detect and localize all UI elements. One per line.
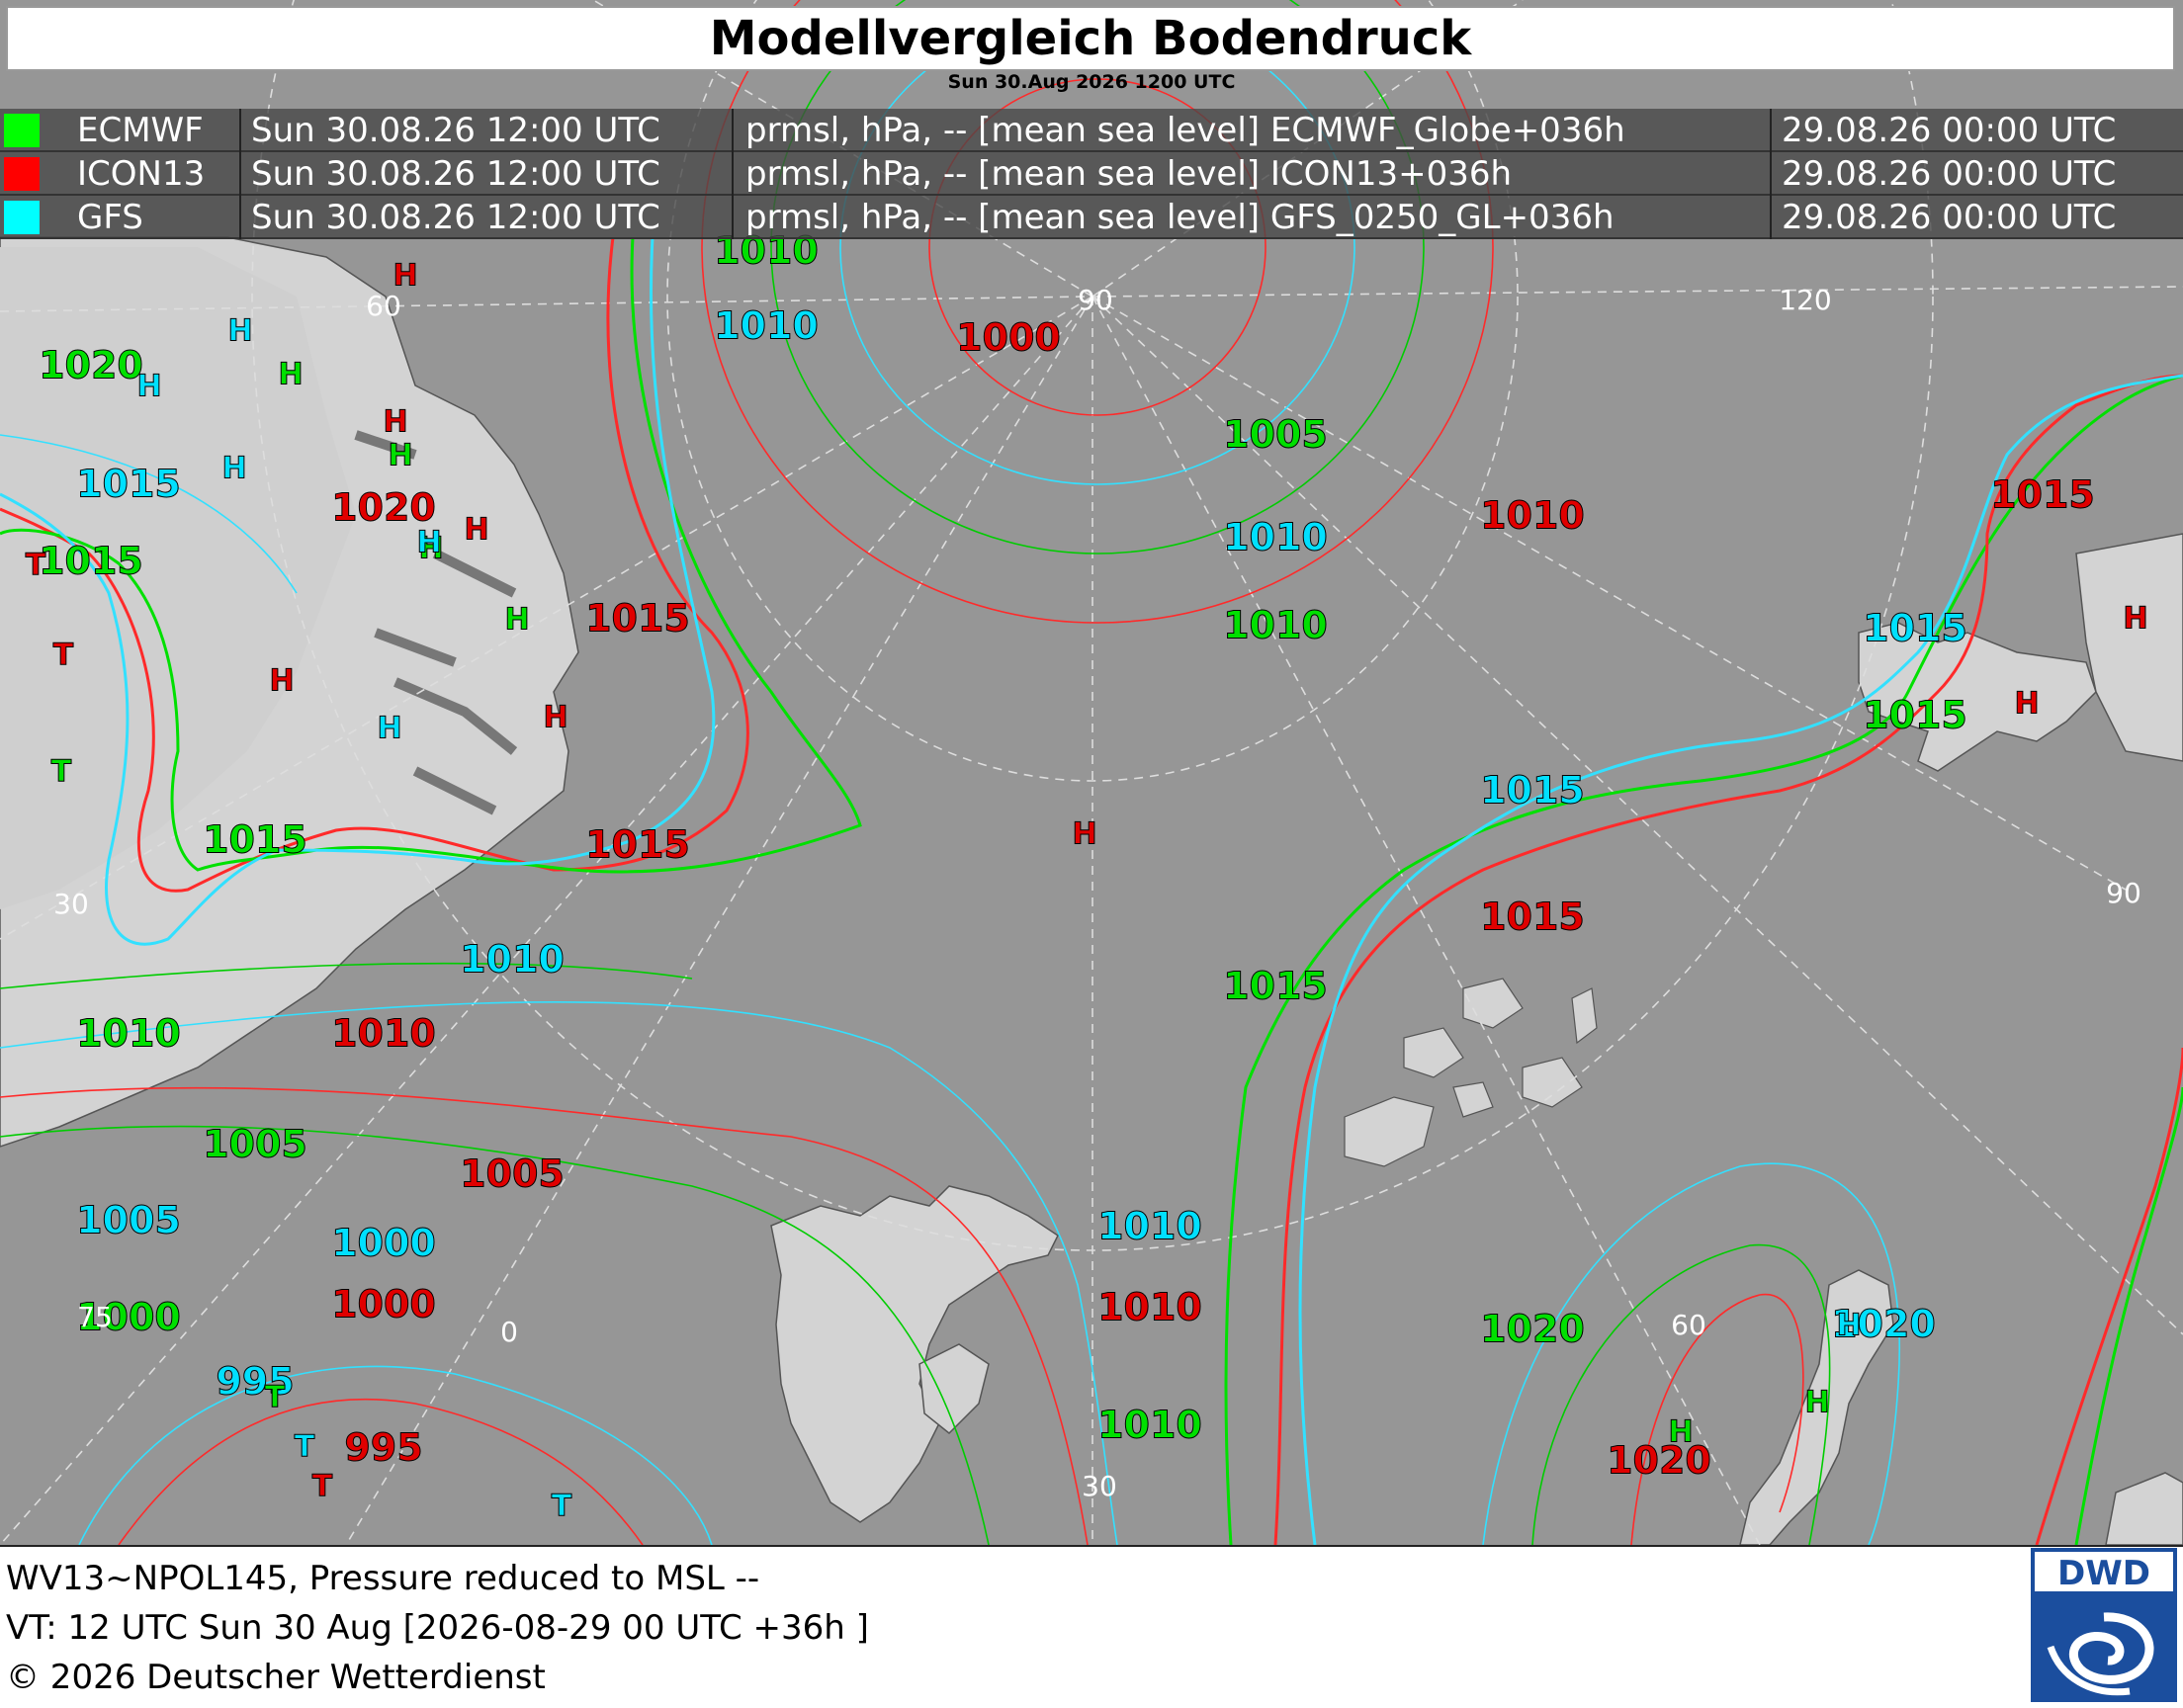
footer-product-line: WV13~NPOL145, Pressure reduced to MSL --: [6, 1559, 760, 1598]
isobar-value-label: 1015: [585, 823, 690, 867]
graticule-label: 60: [366, 290, 401, 322]
high-pressure-marker: H: [269, 664, 294, 699]
isobar-value-label: 1010: [1223, 516, 1328, 559]
legend-model-name: ECMWF: [77, 111, 204, 150]
footer-copyright: © 2026 Deutscher Wetterdienst: [6, 1658, 546, 1697]
low-pressure-marker: T: [295, 1430, 315, 1465]
isobar-value-label: 1015: [203, 818, 307, 862]
isobar-value-label: 1010: [331, 1012, 436, 1056]
high-pressure-marker: H: [2014, 687, 2039, 722]
high-pressure-marker: H: [416, 526, 441, 560]
legend-model-name: GFS: [77, 198, 143, 237]
graticule-label: 120: [1779, 284, 1831, 316]
isobar-value-label: 1015: [1223, 965, 1328, 1008]
color-swatch: [4, 201, 40, 234]
isobar-value-label: 1010: [1097, 1404, 1202, 1447]
legend-field-desc: prmsl, hPa, -- [mean sea level] ICON13+0…: [745, 154, 1513, 194]
isobar-labels-layer: 1020 1015 1015 1020 1015 1015 1015 1010 1010 1010…: [25, 228, 2148, 1524]
isobar-value-label: 1010: [76, 1012, 181, 1056]
high-pressure-marker: H: [393, 259, 417, 294]
isobar-value-label: 1015: [1863, 694, 1967, 737]
page-title: Modellvergleich Bodendruck: [709, 11, 1472, 66]
graticule-label: 90: [2106, 877, 2141, 909]
isobar-value-label: 1000: [331, 1283, 436, 1326]
isobar-value-label: 1015: [39, 540, 143, 583]
isobar-value-label: 1010: [1223, 604, 1328, 647]
isobar-value-label: 1010: [1097, 1205, 1202, 1248]
high-pressure-marker: H: [1836, 1309, 1861, 1343]
isobar-value-label: 1015: [1863, 607, 1967, 650]
valid-time-subtitle: Sun 30.Aug 2026 1200 UTC: [947, 71, 1236, 93]
legend-valid-time: Sun 30.08.26 12:00 UTC: [251, 154, 660, 194]
footer: WV13~NPOL145, Pressure reduced to MSL --…: [0, 1545, 2183, 1708]
legend-field-desc: prmsl, hPa, -- [mean sea level] GFS_0250…: [745, 198, 1615, 237]
isobar-value-label: 1000: [956, 316, 1061, 360]
high-pressure-marker: H: [2123, 602, 2147, 637]
color-swatch: [4, 157, 40, 191]
legend-row-gfs: GFS Sun 30.08.26 12:00 UTC prmsl, hPa, -…: [0, 196, 2183, 239]
high-pressure-marker: H: [388, 439, 412, 473]
high-pressure-marker: H: [136, 370, 161, 404]
graticule-label: 30: [1082, 1470, 1117, 1502]
legend-run-time: 29.08.26 00:00 UTC: [1782, 111, 2117, 150]
legend-run-time: 29.08.26 00:00 UTC: [1782, 154, 2117, 194]
high-pressure-marker: H: [543, 701, 568, 735]
high-pressure-marker: H: [1072, 817, 1096, 852]
legend-row-icon13: ICON13 Sun 30.08.26 12:00 UTC prmsl, hPa…: [0, 152, 2183, 196]
low-pressure-marker: T: [552, 1490, 572, 1524]
high-pressure-marker: H: [278, 358, 303, 392]
isobar-value-label: 1000: [331, 1222, 436, 1265]
isobar-value-label: 1020: [1607, 1439, 1711, 1483]
isobar-value-label: 1020: [39, 344, 143, 387]
low-pressure-marker: T: [51, 755, 72, 790]
graticule-label: 75: [77, 1301, 113, 1333]
legend-valid-time: Sun 30.08.26 12:00 UTC: [251, 111, 660, 150]
dwd-logo: DWD: [2031, 1548, 2177, 1702]
legend-row-ecmwf: ECMWF Sun 30.08.26 12:00 UTC prmsl, hPa,…: [0, 109, 2183, 152]
footer-valid-line: VT: 12 UTC Sun 30 Aug [2026-08-29 00 UTC…: [6, 1608, 869, 1648]
isobar-value-label: 1020: [331, 486, 436, 530]
isobar-value-label: 1015: [1990, 473, 2095, 517]
isobar-value-label: 1015: [585, 597, 690, 640]
low-pressure-marker: T: [53, 639, 74, 673]
high-pressure-marker: H: [377, 712, 401, 746]
isobar-value-label: 1010: [714, 304, 819, 348]
low-pressure-marker: T: [26, 549, 46, 583]
isobar-value-label: 1005: [76, 1199, 181, 1242]
isobar-value-label: 1005: [460, 1153, 565, 1196]
low-pressure-marker: T: [312, 1470, 333, 1504]
high-pressure-marker: H: [227, 314, 252, 349]
high-pressure-marker: H: [504, 603, 529, 638]
dwd-logo-icon: DWD: [2031, 1548, 2177, 1702]
high-pressure-marker: H: [464, 513, 488, 548]
isobar-value-label: 1010: [1480, 494, 1585, 538]
isobar-value-label: 995: [344, 1426, 422, 1470]
graticule-label: 90: [1078, 284, 1113, 316]
legend-valid-time: Sun 30.08.26 12:00 UTC: [251, 198, 660, 237]
isobar-value-label: 1010: [1097, 1286, 1202, 1329]
legend-field-desc: prmsl, hPa, -- [mean sea level] ECMWF_Gl…: [745, 111, 1625, 150]
high-pressure-marker: H: [221, 452, 246, 486]
legend-run-time: 29.08.26 00:00 UTC: [1782, 198, 2117, 237]
graticule-label: 0: [500, 1316, 518, 1348]
isobar-value-label: 1015: [1480, 769, 1585, 812]
graticule-label: 30: [53, 888, 89, 920]
high-pressure-marker: H: [1804, 1386, 1829, 1420]
high-pressure-marker: H: [1668, 1415, 1693, 1450]
legend-model-name: ICON13: [77, 154, 206, 194]
isobar-value-label: 1010: [460, 938, 565, 982]
isobar-value-label: 1005: [1223, 413, 1328, 457]
isobar-value-label: 1005: [203, 1123, 307, 1166]
graticule-label: 60: [1671, 1309, 1706, 1341]
color-swatch: [4, 114, 40, 147]
high-pressure-marker: H: [383, 405, 407, 440]
model-legend: ECMWF Sun 30.08.26 12:00 UTC prmsl, hPa,…: [0, 109, 2183, 239]
svg-text:DWD: DWD: [2057, 1554, 2150, 1593]
title-bar: Modellvergleich Bodendruck: [6, 6, 2175, 71]
isobar-value-label: 1015: [1480, 896, 1585, 939]
isobar-value-label: 1020: [1480, 1308, 1585, 1351]
weather-map-panel: 1020 1015 1015 1020 1015 1015 1015 1010 1010 1010…: [0, 0, 2183, 1708]
isobar-value-label: 1015: [76, 463, 181, 506]
low-pressure-marker: T: [265, 1381, 286, 1415]
